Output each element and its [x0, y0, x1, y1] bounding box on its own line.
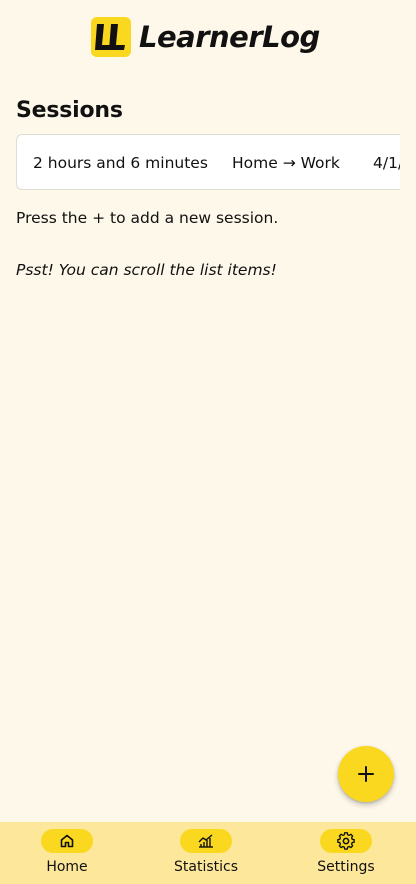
nav-home-indicator: [41, 829, 93, 853]
page-title: Sessions: [16, 98, 123, 123]
nav-label-home: Home: [46, 859, 88, 875]
add-session-button[interactable]: [338, 746, 394, 802]
session-duration: 2 hours and 6 minutes: [33, 154, 208, 172]
plus-icon: [358, 766, 374, 782]
nav-label-statistics: Statistics: [174, 859, 238, 875]
gear-icon: [337, 832, 355, 850]
scroll-hint: Psst! You can scroll the list items!: [16, 261, 277, 279]
logo-badge-icon: [91, 17, 131, 57]
app-name: LearnerLog: [139, 20, 320, 54]
nav-item-home[interactable]: Home: [7, 822, 127, 884]
nav-label-settings: Settings: [317, 859, 375, 875]
app-logo: LearnerLog: [91, 16, 320, 58]
app-root: LearnerLog Sessions 2 hours and 6 minute…: [0, 0, 416, 884]
session-date: 4/1/: [373, 154, 400, 172]
nav-statistics-indicator: [180, 829, 232, 853]
add-session-hint: Press the + to add a new session.: [16, 209, 279, 227]
home-icon: [60, 834, 74, 848]
nav-item-settings[interactable]: Settings: [286, 822, 406, 884]
nav-item-statistics[interactable]: Statistics: [146, 822, 266, 884]
session-route: Home → Work: [232, 154, 340, 172]
bottom-navigation: Home Statistics Settings: [0, 822, 416, 884]
session-list-item[interactable]: 2 hours and 6 minutes Home → Work 4/1/: [16, 134, 400, 190]
nav-settings-indicator: [320, 829, 372, 853]
chart-icon: [198, 834, 213, 848]
app-header: LearnerLog: [0, 0, 416, 70]
